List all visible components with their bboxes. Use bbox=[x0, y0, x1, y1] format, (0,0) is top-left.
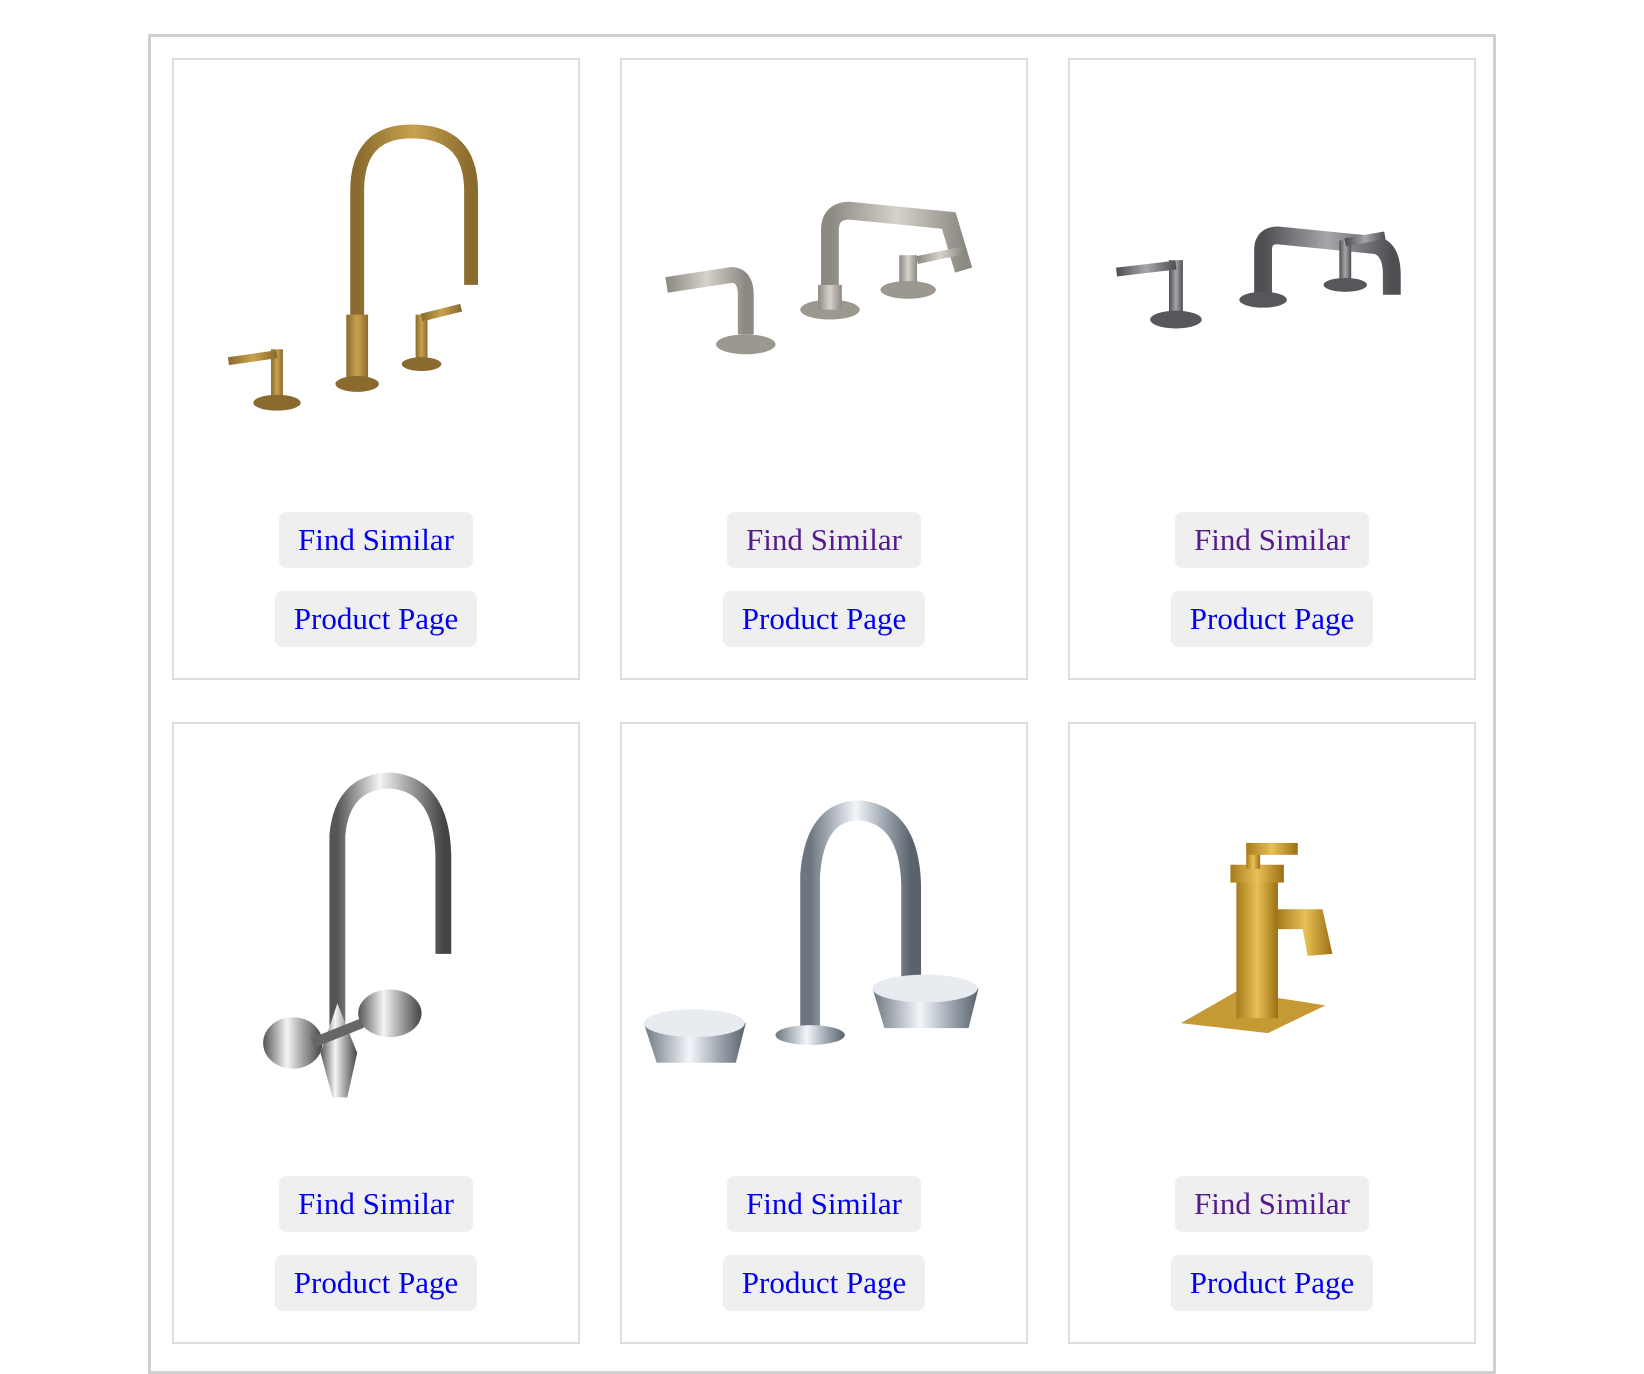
product-page-button[interactable]: Product Page bbox=[722, 591, 926, 647]
find-similar-button[interactable]: Find Similar bbox=[279, 1176, 473, 1232]
product-card: Find Similar Product Page bbox=[172, 58, 580, 680]
product-image[interactable] bbox=[174, 724, 578, 1154]
product-image[interactable] bbox=[622, 60, 1026, 490]
find-similar-button[interactable]: Find Similar bbox=[279, 512, 473, 568]
product-card: Find Similar Product Page bbox=[1068, 58, 1476, 680]
product-image[interactable] bbox=[622, 724, 1026, 1154]
product-card: Find Similar Product Page bbox=[1068, 722, 1476, 1344]
find-similar-button[interactable]: Find Similar bbox=[1175, 512, 1369, 568]
find-similar-button[interactable]: Find Similar bbox=[1175, 1176, 1369, 1232]
gold-single-handle-faucet-icon bbox=[1180, 842, 1333, 1034]
results-frame: Find Similar Product Page Find Similar P… bbox=[148, 34, 1496, 1374]
product-grid: Find Similar Product Page Find Similar P… bbox=[172, 58, 1476, 1344]
product-page-button[interactable]: Product Page bbox=[274, 591, 478, 647]
product-page-button[interactable]: Product Page bbox=[1170, 591, 1374, 647]
brass-gooseneck-faucet-icon bbox=[227, 124, 478, 411]
graphite-widespread-faucet-icon bbox=[1116, 226, 1401, 329]
find-similar-button[interactable]: Find Similar bbox=[727, 512, 921, 568]
product-card: Find Similar Product Page bbox=[620, 722, 1028, 1344]
product-page-button[interactable]: Product Page bbox=[274, 1255, 478, 1311]
chrome-shell-handle-faucet-icon bbox=[263, 772, 452, 1098]
product-page-button[interactable]: Product Page bbox=[1170, 1255, 1374, 1311]
product-image[interactable] bbox=[1070, 724, 1474, 1154]
product-image[interactable] bbox=[174, 60, 578, 490]
product-page-button[interactable]: Product Page bbox=[722, 1255, 926, 1311]
product-card: Find Similar Product Page bbox=[620, 58, 1028, 680]
product-card: Find Similar Product Page bbox=[172, 722, 580, 1344]
product-image[interactable] bbox=[1070, 60, 1474, 490]
find-similar-button[interactable]: Find Similar bbox=[727, 1176, 921, 1232]
chrome-cone-handle-faucet-icon bbox=[643, 800, 979, 1063]
nickel-low-spout-faucet-icon bbox=[665, 201, 973, 355]
